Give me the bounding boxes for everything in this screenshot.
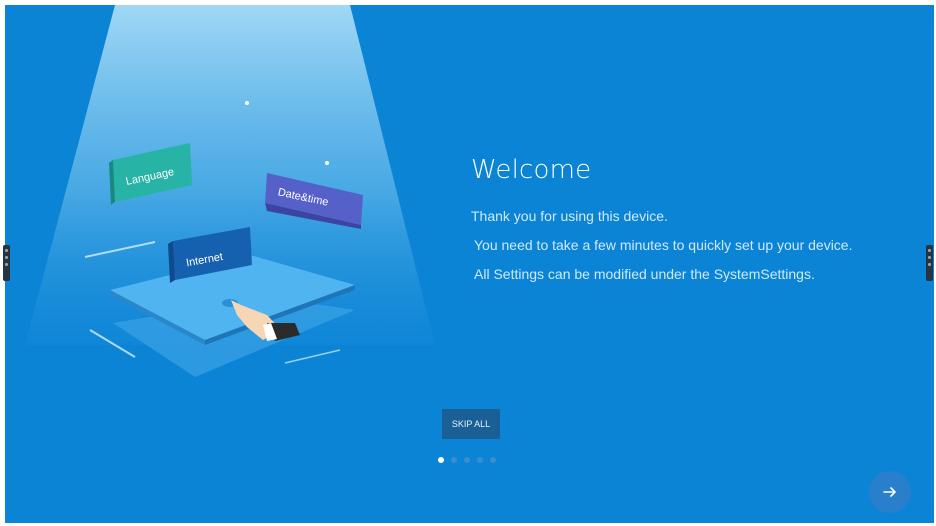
welcome-line-1: Thank you for using this device.	[471, 208, 668, 224]
page-dot-2[interactable]	[451, 457, 457, 463]
left-edge-handle[interactable]	[3, 245, 10, 281]
page-dot-4[interactable]	[477, 457, 483, 463]
skip-all-button[interactable]: SKIP ALL	[442, 409, 500, 439]
welcome-title: Welcome	[471, 155, 592, 185]
page-dot-5[interactable]	[490, 457, 496, 463]
language-card: Language	[109, 143, 192, 205]
setup-illustration: Language Date&time Internet	[84, 101, 363, 377]
next-button[interactable]	[869, 471, 911, 513]
page-dot-3[interactable]	[464, 457, 470, 463]
right-edge-handle[interactable]	[926, 245, 933, 281]
welcome-line-3: All Settings can be modified under the S…	[474, 266, 815, 282]
datetime-card: Date&time	[265, 173, 363, 229]
page-indicator	[438, 457, 496, 463]
arrow-right-icon	[883, 487, 896, 497]
welcome-line-2: You need to take a few minutes to quickl…	[474, 237, 853, 253]
page-dot-1[interactable]	[438, 457, 444, 463]
welcome-screen: Language Date&time Internet Welcome Than…	[5, 5, 934, 523]
